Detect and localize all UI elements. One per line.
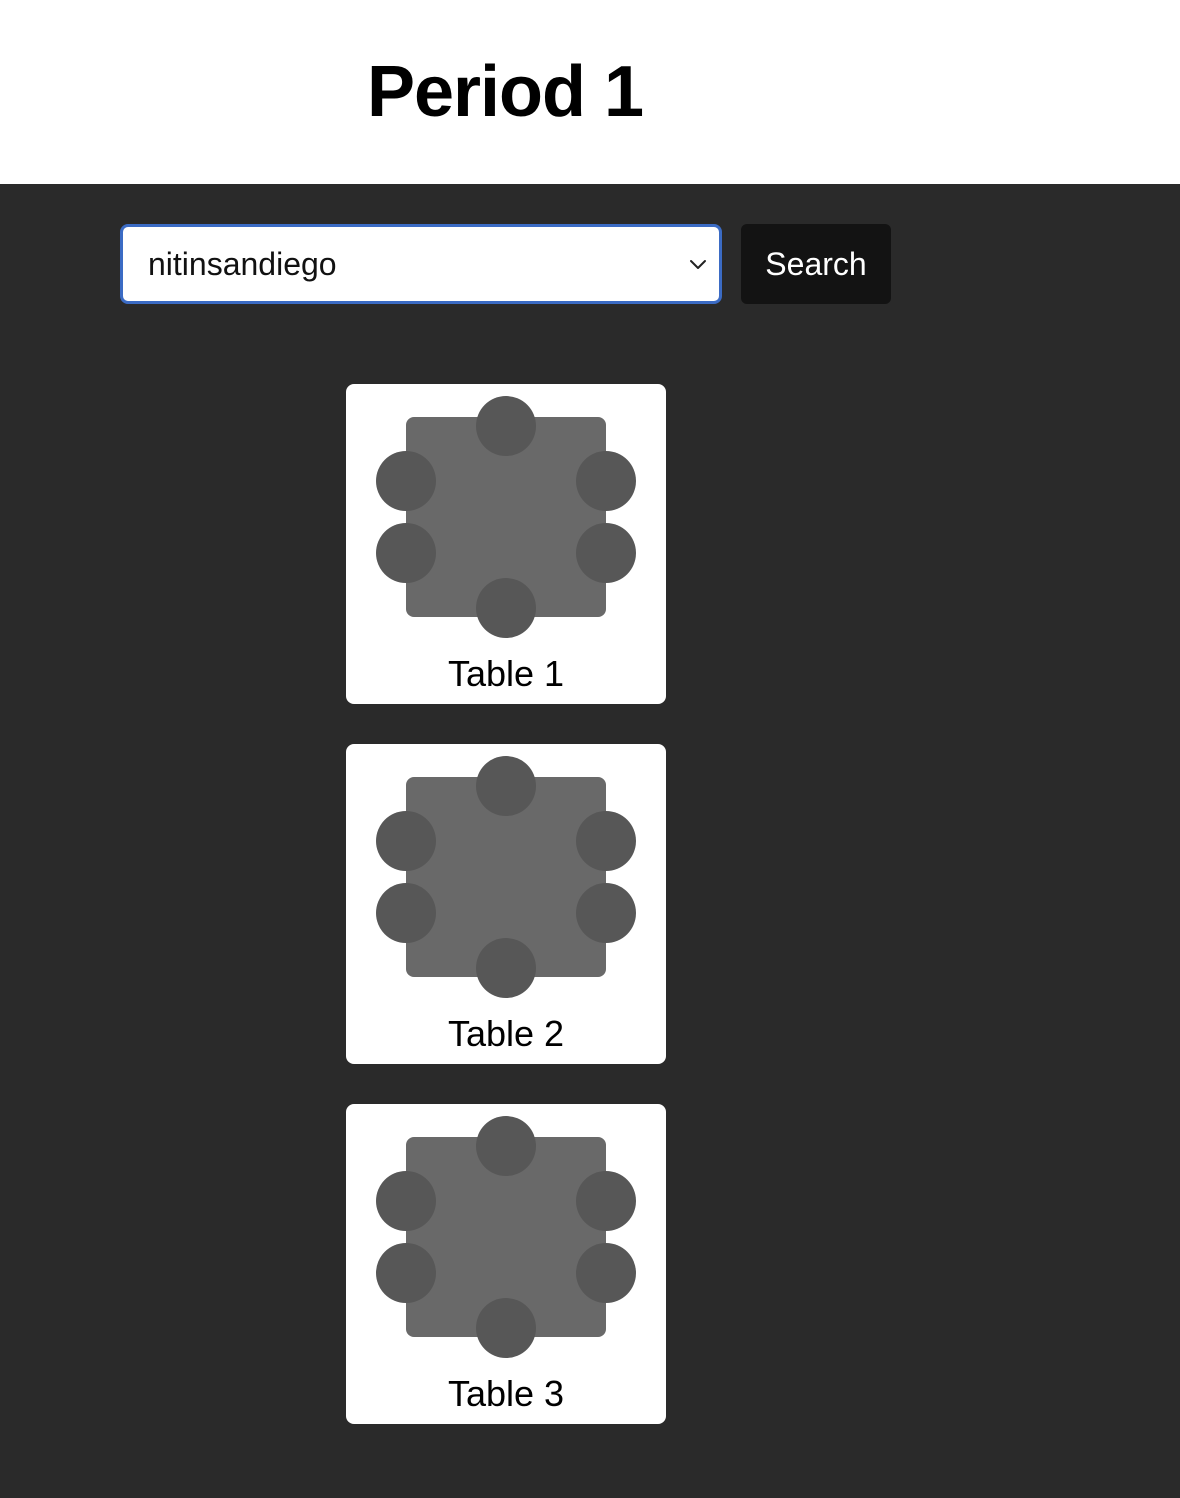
table-icon [376,756,636,998]
seat-icon [376,523,436,583]
user-select[interactable]: nitinsandiego [120,224,722,304]
table-card-1[interactable]: Table 1 [346,384,666,704]
seat-icon [476,396,536,456]
search-bar: nitinsandiego Search [120,224,891,304]
table-icon [376,1116,636,1358]
chevron-down-icon [690,260,706,269]
main-content: nitinsandiego Search Table 1 Table 2 Tab… [0,184,1180,1498]
table-icon [376,396,636,638]
table-label: Table 1 [447,653,565,694]
seat-icon [576,811,636,871]
seat-icon [476,1298,536,1358]
seat-icon [476,1116,536,1176]
table-card-2[interactable]: Table 2 [346,744,666,1064]
page-title: Period 1 [366,52,644,132]
seat-icon [476,578,536,638]
seat-icon [576,1171,636,1231]
seat-icon [576,1243,636,1303]
seat-icon [376,1171,436,1231]
table-card-3[interactable]: Table 3 [346,1104,666,1424]
seat-icon [476,938,536,998]
table-list: Table 1 Table 2 Table 3 [346,384,666,1464]
search-button[interactable]: Search [741,224,891,304]
table-label: Table 2 [447,1013,565,1054]
seat-icon [576,523,636,583]
table-label: Table 3 [447,1373,565,1414]
seat-icon [376,451,436,511]
seat-icon [376,883,436,943]
header: Period 1 [0,0,1180,184]
seat-icon [476,756,536,816]
user-select-value: nitinsandiego [148,246,337,282]
seat-icon [376,811,436,871]
seat-icon [376,1243,436,1303]
seat-icon [576,883,636,943]
seat-icon [576,451,636,511]
